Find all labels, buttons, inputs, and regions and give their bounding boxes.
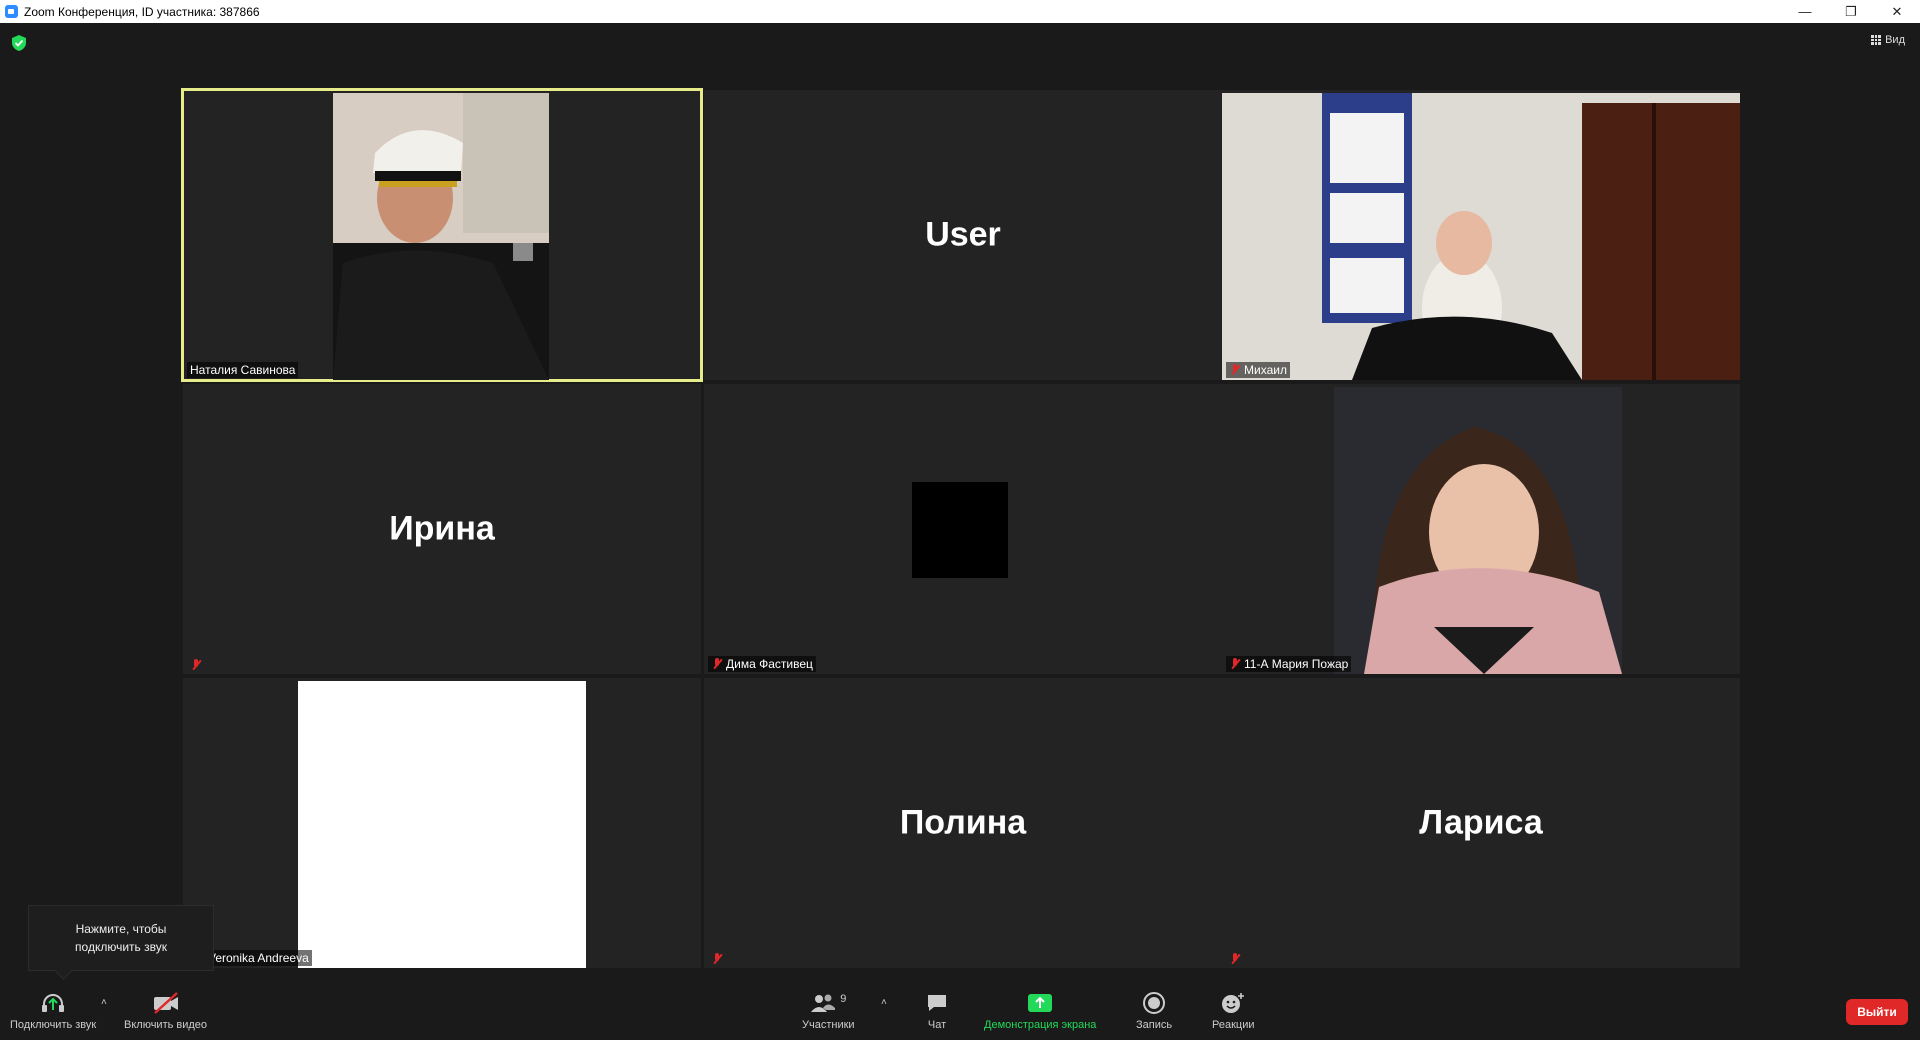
mic-muted-icon bbox=[190, 659, 202, 671]
participant-name-label bbox=[187, 658, 205, 672]
zoom-app-icon bbox=[5, 5, 18, 18]
participant-name-label bbox=[708, 952, 726, 966]
start-video-label: Включить видео bbox=[124, 1019, 208, 1031]
reactions-label: Реакции bbox=[1212, 1019, 1255, 1031]
participant-video bbox=[298, 681, 586, 968]
meeting-toolbar: Подключить звук ˄ Включить видео 9 Участ… bbox=[0, 985, 1920, 1040]
audio-options-chevron-icon[interactable]: ˄ bbox=[101, 997, 107, 1008]
participant-tile[interactable]: Ирина bbox=[183, 384, 701, 674]
close-button[interactable]: ✕ bbox=[1874, 0, 1920, 23]
participants-icon: 9 bbox=[810, 991, 846, 1015]
participants-count: 9 bbox=[840, 993, 847, 1005]
participant-tile[interactable]: Veronika Andreeva bbox=[183, 678, 701, 968]
participant-display-name: Полина bbox=[899, 803, 1027, 842]
share-screen-icon bbox=[1027, 991, 1053, 1015]
mic-muted-icon bbox=[1229, 953, 1241, 965]
mic-muted-icon bbox=[1229, 658, 1241, 670]
participant-name-label: Наталия Савинова bbox=[187, 362, 299, 378]
participant-tile[interactable]: Полина bbox=[704, 678, 1222, 968]
participant-name-label: Дима Фастивец bbox=[708, 656, 816, 672]
participant-name-label: Михаил bbox=[1226, 362, 1290, 378]
participants-label: Участники bbox=[802, 1019, 855, 1031]
participant-display-name: Лариса bbox=[1419, 803, 1543, 842]
minimize-button[interactable]: — bbox=[1782, 0, 1828, 23]
mic-muted-icon bbox=[1229, 364, 1241, 376]
participant-video bbox=[912, 482, 1008, 578]
mic-muted-icon bbox=[711, 658, 723, 670]
leave-meeting-button[interactable]: Выйти bbox=[1846, 999, 1908, 1025]
headphones-icon bbox=[40, 991, 66, 1015]
join-audio-tooltip: Нажмите, чтобы подключить звук bbox=[28, 905, 214, 971]
window-titlebar: Zoom Конференция, ID участника: 387866 —… bbox=[0, 0, 1920, 23]
record-button[interactable]: Запись bbox=[1136, 991, 1172, 1031]
window-title: Zoom Конференция, ID участника: 387866 bbox=[24, 4, 260, 19]
view-button[interactable]: Вид bbox=[1871, 34, 1905, 46]
participant-video bbox=[1334, 387, 1622, 674]
participant-display-name: User bbox=[925, 215, 1001, 254]
participants-button[interactable]: 9 Участники bbox=[802, 991, 855, 1031]
chat-icon bbox=[926, 991, 948, 1015]
participant-display-name: Ирина bbox=[389, 509, 495, 548]
participant-name-label: Veronika Andreeva bbox=[205, 950, 312, 966]
window-controls: — ❐ ✕ bbox=[1782, 0, 1920, 23]
participant-tile[interactable]: Лариса bbox=[1222, 678, 1740, 968]
reactions-icon bbox=[1221, 991, 1245, 1015]
share-screen-label: Демонстрация экрана bbox=[984, 1019, 1097, 1031]
grid-icon bbox=[1871, 35, 1882, 45]
participant-tile[interactable]: User bbox=[704, 90, 1222, 380]
video-off-icon bbox=[151, 991, 181, 1015]
chat-button[interactable]: Чат bbox=[926, 991, 948, 1031]
participant-tile[interactable]: Михаил bbox=[1222, 90, 1740, 380]
participant-name-label: 11-А Мария Пожар bbox=[1226, 656, 1352, 672]
participant-video bbox=[1222, 93, 1740, 380]
participant-name-label bbox=[1226, 952, 1244, 966]
participant-tile[interactable]: Дима Фастивец bbox=[704, 384, 1222, 674]
shield-icon[interactable] bbox=[12, 35, 26, 51]
mic-muted-icon bbox=[711, 953, 723, 965]
reactions-button[interactable]: Реакции bbox=[1212, 991, 1255, 1031]
record-label: Запись bbox=[1136, 1019, 1173, 1031]
participants-options-chevron-icon[interactable]: ˄ bbox=[881, 997, 887, 1008]
join-audio-button[interactable]: Подключить звук bbox=[10, 991, 96, 1031]
start-video-button[interactable]: Включить видео bbox=[124, 991, 207, 1031]
record-icon bbox=[1143, 991, 1166, 1015]
chat-label: Чат bbox=[927, 1019, 947, 1031]
participant-tile[interactable]: Наталия Савинова bbox=[181, 88, 703, 382]
participant-tile[interactable]: 11-А Мария Пожар bbox=[1222, 384, 1740, 674]
view-button-label: Вид bbox=[1885, 34, 1905, 46]
join-audio-label: Подключить звук bbox=[10, 1019, 97, 1031]
restore-button[interactable]: ❐ bbox=[1828, 0, 1874, 23]
participant-video bbox=[333, 93, 549, 380]
share-screen-button[interactable]: Демонстрация экрана bbox=[984, 991, 1096, 1031]
